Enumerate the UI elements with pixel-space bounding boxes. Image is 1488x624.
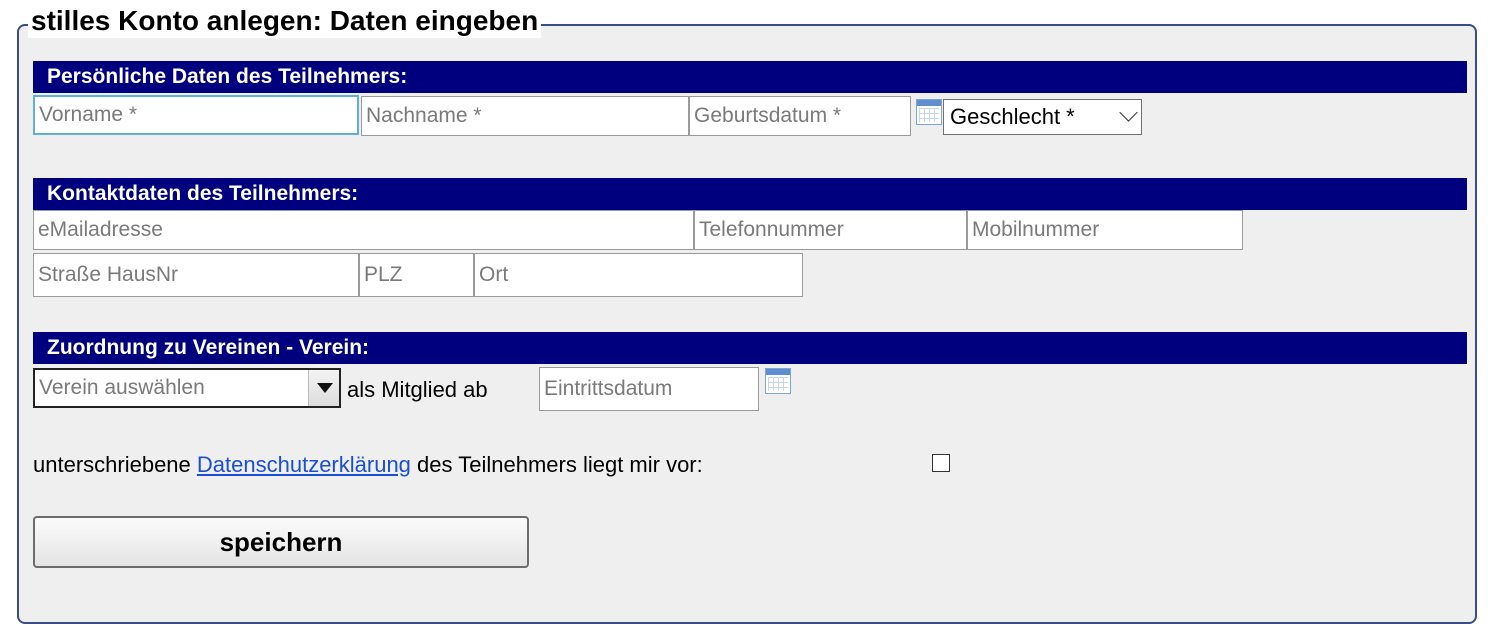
nachname-input[interactable] xyxy=(362,97,688,135)
ort-input[interactable] xyxy=(475,254,802,296)
verein-select[interactable]: Verein auswählen xyxy=(33,368,341,408)
calendar-icon[interactable] xyxy=(765,368,791,394)
section-header-personal: Persönliche Daten des Teilnehmers: xyxy=(33,61,1467,93)
eintrittsdatum-input[interactable] xyxy=(540,368,758,410)
privacy-policy-link[interactable]: Datenschutzerklärung xyxy=(197,452,411,477)
section-header-contact: Kontaktdaten des Teilnehmers: xyxy=(33,178,1467,210)
privacy-statement: unterschriebene Datenschutzerklärung des… xyxy=(33,452,703,478)
mobil-input[interactable] xyxy=(968,211,1242,249)
ort-field[interactable] xyxy=(474,253,803,297)
calendar-icon[interactable] xyxy=(916,99,942,125)
email-input[interactable] xyxy=(34,211,693,249)
telefon-field[interactable] xyxy=(694,210,967,250)
geburtsdatum-input[interactable] xyxy=(690,97,910,135)
save-button[interactable]: speichern xyxy=(33,516,529,568)
plz-input[interactable] xyxy=(360,254,473,296)
verein-select-value: Verein auswählen xyxy=(39,376,205,399)
dropdown-arrow-icon xyxy=(317,383,333,393)
strasse-field[interactable] xyxy=(33,253,359,297)
telefon-input[interactable] xyxy=(695,211,966,249)
vorname-field[interactable] xyxy=(33,95,359,135)
vorname-input[interactable] xyxy=(35,97,357,133)
geburtsdatum-field[interactable] xyxy=(689,96,911,136)
geschlecht-select[interactable]: Geschlecht * xyxy=(943,99,1142,135)
email-field[interactable] xyxy=(33,210,694,250)
mobil-field[interactable] xyxy=(967,210,1243,250)
privacy-text-before: unterschriebene xyxy=(33,452,191,477)
plz-field[interactable] xyxy=(359,253,474,297)
nachname-field[interactable] xyxy=(361,96,689,136)
privacy-text-after: des Teilnehmers liegt mir vor: xyxy=(417,452,703,477)
privacy-checkbox[interactable] xyxy=(932,454,950,472)
chevron-down-icon xyxy=(1119,103,1138,122)
section-header-club: Zuordnung zu Vereinen - Verein: xyxy=(33,332,1467,364)
member-since-label: als Mitglied ab xyxy=(347,377,488,402)
strasse-input[interactable] xyxy=(34,254,358,296)
eintrittsdatum-field[interactable] xyxy=(539,367,759,411)
verein-dropdown-button[interactable] xyxy=(308,370,339,406)
geschlecht-select-value: Geschlecht * xyxy=(950,104,1075,129)
form-title: stilles Konto anlegen: Daten eingeben xyxy=(28,4,542,38)
